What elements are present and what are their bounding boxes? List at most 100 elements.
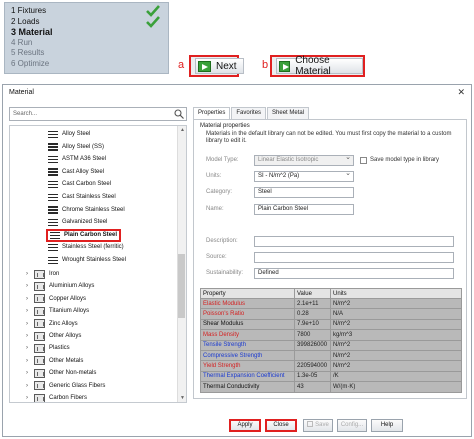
chevron-right-icon[interactable]: › [26, 367, 34, 379]
folder-icon [34, 331, 45, 341]
save-button[interactable]: Save [303, 419, 333, 432]
choose-material-button[interactable]: Choose Material [270, 55, 365, 77]
tree-folder[interactable]: › Other Non-metals [26, 367, 96, 379]
table-row[interactable]: Thermal Conductivity 43 W/(m·K) [200, 381, 462, 393]
tab-properties[interactable]: Properties [193, 107, 231, 119]
tree-folder-label: Iron [49, 271, 60, 277]
step-material[interactable]: 3 Material [11, 27, 162, 38]
folder-icon [34, 393, 45, 402]
tree-folder[interactable]: › Other Alloys [26, 330, 81, 342]
step-label: 6 Optimize [11, 58, 50, 68]
source-label: Source: [206, 254, 227, 260]
library-note: Materials in the default library can not… [206, 131, 452, 144]
tree-folder[interactable]: › Plastics [26, 342, 70, 354]
chevron-right-icon[interactable]: › [26, 392, 34, 402]
tree-item-material[interactable]: Cast Carbon Steel [48, 178, 111, 190]
table-row[interactable]: Yield Strength 220594000 N/m^2 [200, 360, 462, 372]
tree-item-label: Wrought Stainless Steel [62, 257, 126, 263]
table-cell-units: N/m^2 [330, 349, 462, 362]
table-row[interactable]: Thermal Expansion Coefficient 1.3e-05/K [200, 370, 462, 383]
description-label: Description: [206, 238, 238, 244]
tree-item-material[interactable]: Alloy Steel [48, 128, 90, 140]
table-row[interactable]: Compressive Strength N/m^2 [200, 349, 462, 362]
tree-item-material[interactable]: Galvanized Steel [48, 216, 107, 228]
table-row[interactable]: Poisson's Ratio 0.28 N/A [200, 308, 462, 320]
chevron-right-icon[interactable]: › [26, 280, 34, 292]
tree-folder-label: Aluminium Alloys [49, 283, 95, 290]
scrollbar-thumb[interactable] [178, 254, 185, 318]
chevron-right-icon[interactable]: › [26, 293, 34, 305]
tab-sheet-metal[interactable]: Sheet Metal [267, 107, 310, 119]
material-icon [48, 180, 58, 189]
chevron-right-icon[interactable]: › [26, 380, 34, 392]
apply-button[interactable]: Apply [229, 419, 261, 432]
config-button[interactable]: Config... [337, 419, 367, 432]
tree-item-material[interactable]: Wrought Stainless Steel [48, 254, 126, 266]
step-results[interactable]: 5 Results [11, 48, 162, 59]
tree-folder[interactable]: › Aluminium Alloys [26, 280, 94, 292]
chevron-right-icon[interactable]: › [26, 330, 34, 342]
tree-folder[interactable]: › Generic Glass Fibers [26, 380, 105, 392]
tree-folder[interactable]: › Other Metals [26, 355, 83, 367]
table-row[interactable]: Elastic Modulus 2.1e+11 N/m^2 [200, 297, 462, 310]
table-cell-property: Thermal Conductivity [200, 381, 295, 393]
tree-folder[interactable]: › Titanium Alloys [26, 305, 89, 317]
tree-folder[interactable]: › Iron [26, 268, 59, 280]
tree-item-material[interactable]: Stainless Steel (ferritic) [48, 241, 124, 253]
tree-folder-label: Copper Alloys [49, 295, 87, 302]
tab-favorites[interactable]: Favorites [231, 107, 267, 119]
units-select[interactable]: SI - N/m^2 (Pa) [254, 169, 354, 182]
close-icon[interactable]: ✕ [457, 87, 465, 98]
tree-item-material[interactable]: ASTM A36 Steel [48, 153, 106, 165]
table-cell-units: N/m^2 [330, 297, 462, 310]
wizard-steps-panel: 1 Fixtures 2 Loads 3 Material 4 Run 5 Re… [4, 2, 169, 74]
help-button[interactable]: Help [371, 419, 403, 432]
tree-folder-label: Generic Glass Fibers [49, 382, 106, 389]
folder-icon [34, 294, 45, 304]
tree-item-material[interactable]: Alloy Steel (SS) [48, 141, 104, 153]
search-input[interactable]: Search... [9, 107, 187, 121]
material-dialog: Material ✕ Search... Alloy Steel Alloy St… [2, 84, 472, 437]
chevron-right-icon[interactable]: › [26, 268, 34, 280]
tree-folder-label: Zinc Alloys [49, 320, 78, 327]
table-cell-property: Shear Modulus [200, 318, 295, 331]
tree-item-label: Plain Carbon Steel [64, 232, 118, 239]
tree-item-material[interactable]: Cast Alloy Steel [48, 166, 104, 178]
step-fixtures[interactable]: 1 Fixtures [11, 5, 162, 17]
tree-scrollbar[interactable]: ▲ ▼ [177, 126, 186, 402]
step-optimize[interactable]: 6 Optimize [11, 59, 162, 70]
table-cell-value [294, 349, 331, 362]
table-cell-value: 1.3e-05 [294, 370, 331, 383]
material-icon [48, 256, 58, 265]
search-icon[interactable] [174, 109, 184, 119]
chevron-right-icon[interactable]: › [26, 355, 34, 367]
tree-folder[interactable]: › Carbon Fibers [26, 392, 87, 402]
table-cell-value: 399826000 [294, 339, 331, 351]
property-table: Property Value Units Elastic Modulus 2.1e… [200, 288, 462, 393]
tree-folder-label: Plastics [49, 345, 70, 352]
table-cell-units: kg/m^3 [330, 329, 462, 341]
tree-folder[interactable]: › Zinc Alloys [26, 318, 78, 330]
next-button[interactable]: Next [189, 55, 244, 77]
tree-item-material[interactable]: Plain Carbon Steel [46, 228, 122, 242]
tree-item-material[interactable]: Chrome Stainless Steel [48, 204, 125, 216]
green-arrow-icon [279, 60, 291, 72]
table-cell-property: Mass Density [200, 329, 295, 341]
close-button[interactable]: Close [265, 419, 297, 432]
step-loads[interactable]: 2 Loads [11, 15, 162, 28]
chevron-right-icon[interactable]: › [26, 318, 34, 330]
tree-item-label: Alloy Steel [62, 131, 91, 137]
table-row[interactable]: Mass Density 7800 kg/m^3 [200, 329, 462, 341]
step-label: 2 Loads [11, 16, 40, 26]
next-button-label: Next [216, 60, 237, 72]
table-row[interactable]: Shear Modulus 7.9e+10 N/m^2 [200, 318, 462, 331]
chevron-right-icon[interactable]: › [26, 305, 34, 317]
table-cell-units: N/A [330, 308, 462, 320]
save-model-type-checkbox[interactable] [360, 157, 367, 164]
table-row[interactable]: Tensile Strength 399826000 N/m^2 [200, 339, 462, 351]
step-run[interactable]: 4 Run [11, 38, 162, 49]
tree-folder[interactable]: › Copper Alloys [26, 293, 86, 305]
table-cell-property: Poisson's Ratio [200, 308, 295, 320]
tree-item-material[interactable]: Cast Stainless Steel [48, 191, 116, 203]
chevron-right-icon[interactable]: › [26, 342, 34, 354]
